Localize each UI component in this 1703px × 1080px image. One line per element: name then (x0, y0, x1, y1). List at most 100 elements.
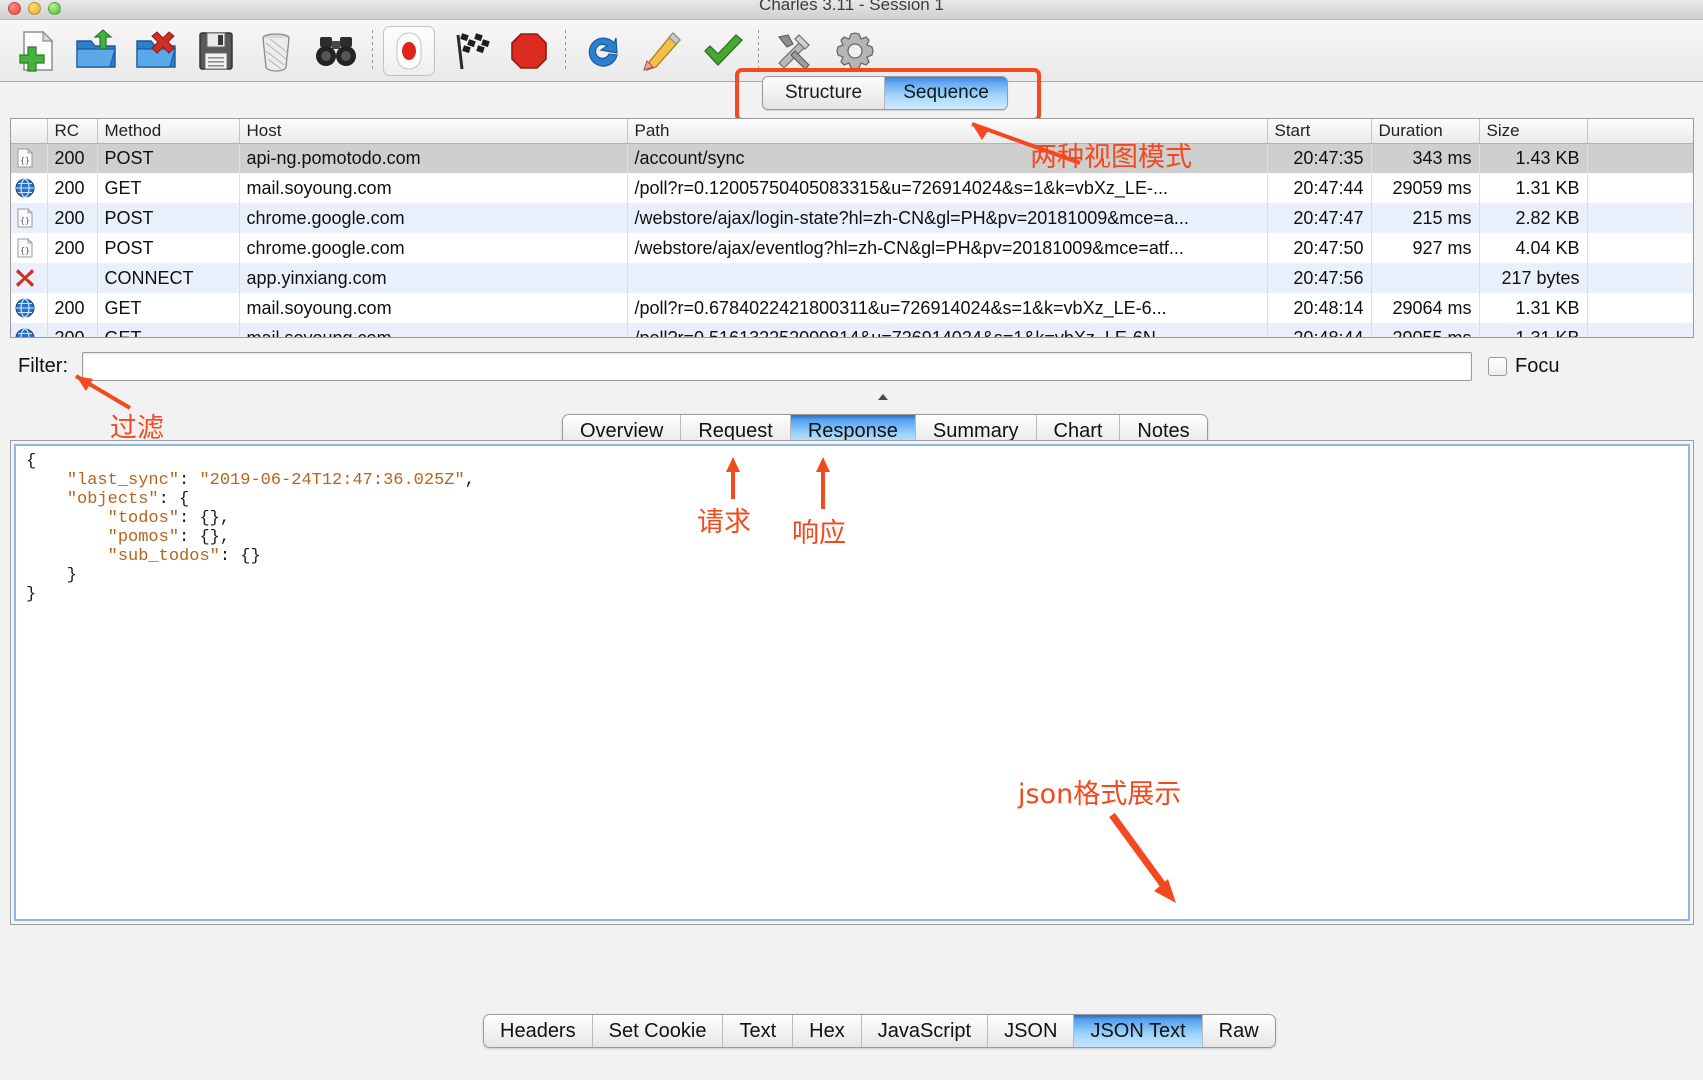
table-row[interactable]: {} 200 POST api-ng.pomotodo.com/account/syn… (11, 143, 1693, 173)
cell-extra (1587, 323, 1693, 337)
open-folder-icon[interactable] (66, 23, 126, 79)
tab-text[interactable]: Text (723, 1015, 794, 1047)
cell-host: mail.soyoung.com (239, 323, 628, 337)
settings-gear-icon[interactable] (825, 23, 885, 79)
table-row[interactable]: 200 GET mail.soyoung.com/poll?r=0.12005750… (11, 173, 1693, 203)
cell-host: mail.soyoung.com (239, 293, 628, 323)
col-header-rc[interactable]: RC (47, 119, 98, 144)
tab-hex[interactable]: Hex (793, 1015, 862, 1047)
cell-start: 20:47:47 (1267, 203, 1372, 233)
cell-path: /webstore/ajax/eventlog?hl=zh-CN&gl=PH&p… (627, 233, 1268, 263)
repeat-icon[interactable] (572, 23, 632, 79)
cell-duration: 215 ms (1371, 203, 1480, 233)
view-mode-structure[interactable]: Structure (763, 77, 885, 109)
breakpoint-icon[interactable] (499, 23, 559, 79)
clear-trash-icon[interactable] (246, 23, 306, 79)
cell-method: CONNECT (97, 263, 240, 293)
title-bar: Charles 3.11 - Session 1 (0, 0, 1703, 20)
tab-json-text[interactable]: JSON Text (1074, 1015, 1203, 1047)
table-row[interactable]: 200 GET mail.soyoung.com/poll?r=0.51613225… (11, 323, 1693, 337)
tab-raw[interactable]: Raw (1202, 1015, 1275, 1047)
cell-duration: 29059 ms (1371, 173, 1480, 203)
col-header-duration[interactable]: Duration (1371, 119, 1480, 144)
cell-host: mail.soyoung.com (239, 173, 628, 203)
tab-headers[interactable]: Headers (484, 1015, 593, 1047)
cell-method: GET (97, 173, 240, 203)
cell-rc: 200 (47, 143, 98, 173)
col-header-host[interactable]: Host (239, 119, 628, 144)
response-body-viewer[interactable]: { "last_sync": "2019-06-24T12:47:36.025Z… (14, 444, 1690, 921)
cell-duration: 29064 ms (1371, 293, 1480, 323)
cell-path (627, 263, 1268, 293)
col-header-start[interactable]: Start (1267, 119, 1372, 144)
globe-icon (11, 293, 48, 323)
throttle-flag-icon[interactable] (439, 23, 499, 79)
table-row[interactable]: {} 200 POST chrome.google.com/webstore/ajax… (11, 233, 1693, 263)
cell-path: /poll?r=0.12005750405083315&u=726914024&… (627, 173, 1268, 203)
tab-javascript[interactable]: JavaScript (861, 1015, 989, 1047)
filter-input[interactable] (82, 351, 1472, 381)
cell-method: POST (97, 233, 240, 263)
focus-label: Focu (1515, 354, 1560, 377)
col-header-extra[interactable] (1587, 119, 1693, 144)
cell-method: POST (97, 143, 240, 173)
cell-size: 1.31 KB (1479, 323, 1588, 337)
tab-set-cookie[interactable]: Set Cookie (592, 1015, 724, 1047)
tools-icon[interactable] (765, 23, 825, 79)
cell-size: 217 bytes (1479, 263, 1588, 293)
cell-host: app.yinxiang.com (239, 263, 628, 293)
svg-text:{}: {} (20, 216, 30, 225)
table-row[interactable]: 200 GET mail.soyoung.com/poll?r=0.67840224… (11, 293, 1693, 323)
tab-json[interactable]: JSON (988, 1015, 1075, 1047)
cell-extra (1587, 293, 1693, 323)
cell-rc (47, 263, 98, 293)
view-mode-sequence[interactable]: Sequence (885, 77, 1007, 109)
json-text-content: { "last_sync": "2019-06-24T12:47:36.025Z… (26, 452, 475, 604)
cell-rc: 200 (47, 203, 98, 233)
cell-size: 1.43 KB (1479, 143, 1588, 173)
cell-duration: 29055 ms (1371, 323, 1480, 337)
cell-host: api-ng.pomotodo.com (239, 143, 628, 173)
edit-pencil-icon[interactable] (632, 23, 692, 79)
col-header-icon[interactable] (11, 119, 48, 144)
cell-extra (1587, 233, 1693, 263)
table-row[interactable]: {} 200 POST chrome.google.com/webstore/ajax… (11, 203, 1693, 233)
svg-text:{}: {} (20, 156, 30, 165)
session-table[interactable]: RC Method Host Path Start Duration Size … (10, 118, 1694, 338)
cell-path: /account/sync (627, 143, 1268, 173)
json-doc-icon: {} (11, 143, 48, 173)
session-table-body: {} 200 POST api-ng.pomotodo.com/account/syn… (11, 143, 1693, 337)
save-icon[interactable] (186, 23, 246, 79)
cell-method: GET (97, 293, 240, 323)
cell-rc: 200 (47, 173, 98, 203)
cell-path: /webstore/ajax/login-state?hl=zh-CN&gl=P… (627, 203, 1268, 233)
cell-duration: 927 ms (1371, 233, 1480, 263)
table-header-row: RC Method Host Path Start Duration Size (11, 119, 1693, 144)
cell-extra (1587, 173, 1693, 203)
cell-extra (1587, 203, 1693, 233)
cell-start: 20:48:14 (1267, 293, 1372, 323)
focus-checkbox-group[interactable]: Focu (1488, 355, 1559, 378)
validate-check-icon[interactable] (692, 23, 752, 79)
col-header-size[interactable]: Size (1479, 119, 1588, 144)
table-row[interactable]: CONNECT app.yinxiang.com 20:47:56 217 bytes (11, 263, 1693, 293)
cell-duration (1371, 263, 1480, 293)
response-body-pane: { "last_sync": "2019-06-24T12:47:36.025Z… (10, 440, 1694, 925)
focus-checkbox[interactable] (1488, 356, 1507, 376)
col-header-method[interactable]: Method (97, 119, 240, 144)
close-session-icon[interactable] (126, 23, 186, 79)
record-button[interactable] (379, 23, 439, 79)
binoculars-icon[interactable] (306, 23, 366, 79)
filter-row: Filter: Focu (0, 345, 1703, 387)
cell-start: 20:47:56 (1267, 263, 1372, 293)
cell-rc: 200 (47, 293, 98, 323)
new-session-icon[interactable] (6, 23, 66, 79)
pane-splitter[interactable] (0, 388, 1703, 410)
col-header-path[interactable]: Path (627, 119, 1268, 144)
view-mode-segmented-control[interactable]: Structure Sequence (762, 76, 1008, 110)
cell-extra (1587, 263, 1693, 293)
main-toolbar (0, 20, 1703, 82)
json-doc-icon: {} (11, 203, 48, 233)
body-format-tab-bar[interactable]: Headers Set Cookie Text Hex JavaScript J… (483, 1014, 1276, 1048)
collapse-caret-icon[interactable] (878, 394, 888, 400)
